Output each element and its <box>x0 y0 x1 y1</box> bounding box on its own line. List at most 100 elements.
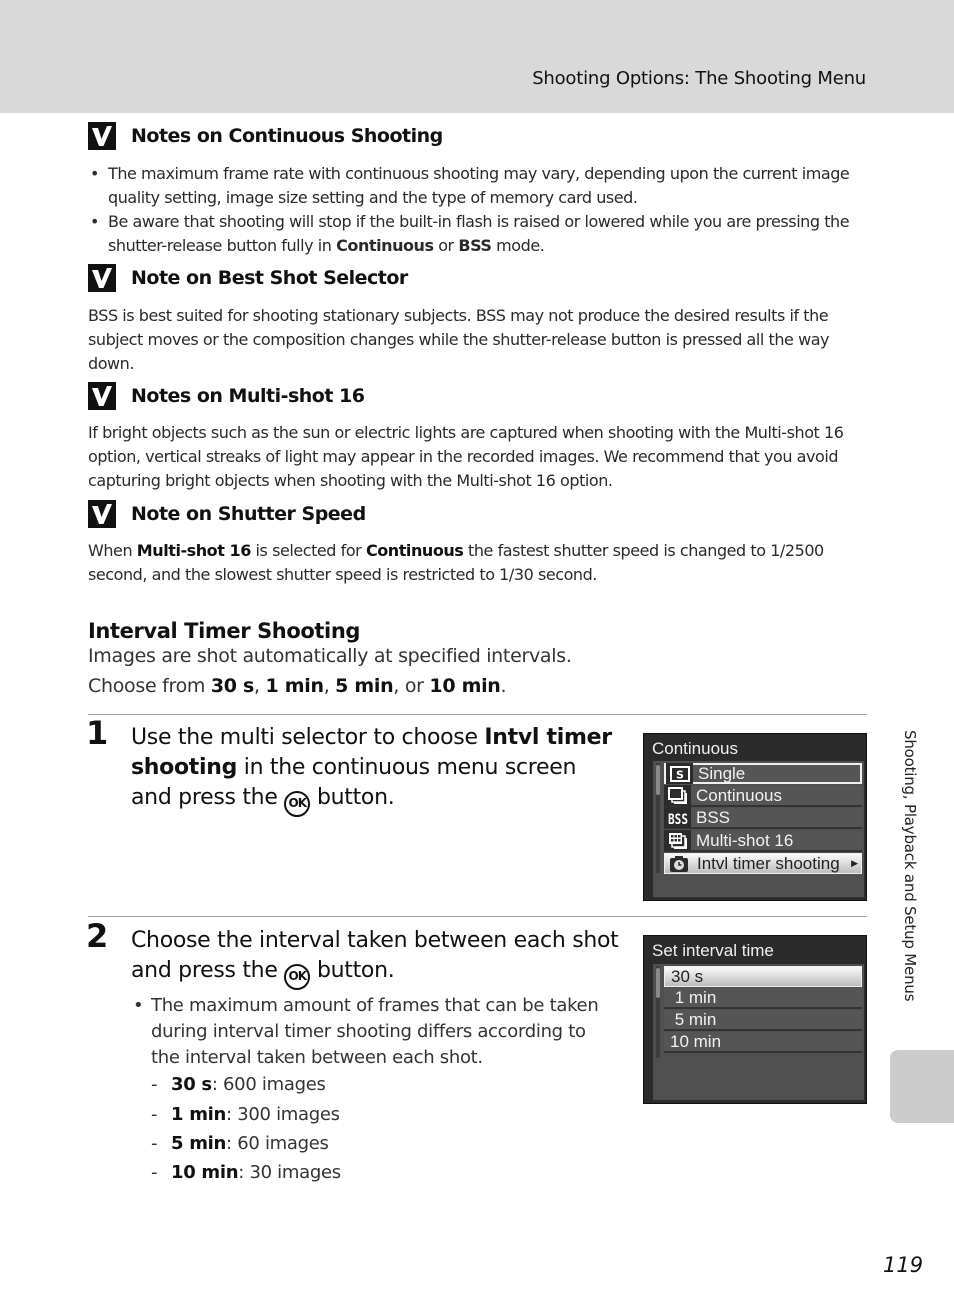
svg-text:BSS: BSS <box>668 812 688 827</box>
bullet-text: or <box>433 236 459 255</box>
running-header-title: Shooting Options: The Shooting Menu <box>532 68 866 89</box>
menu-item-label: BSS <box>696 807 731 827</box>
screen-title: Continuous <box>652 739 739 758</box>
menu-item-intvl-timer-shooting[interactable]: Intvl timer shooting ▶ <box>664 853 862 874</box>
menu-item-multi-shot-16[interactable]: Multi-shot 16 <box>664 830 862 852</box>
ok-button-icon: OK <box>284 791 311 817</box>
check-icon <box>88 500 116 528</box>
interval-term: 1 min <box>171 1104 227 1125</box>
bullet-text: mode. <box>491 236 545 255</box>
menu-item-bss[interactable]: BSS BSS <box>664 807 862 829</box>
note-bullet: • The maximum frame rate with continuous… <box>88 162 868 210</box>
note-paragraph: If bright objects such as the sun or ele… <box>88 423 844 490</box>
bss-icon: BSS <box>664 807 691 828</box>
step-divider <box>88 714 867 715</box>
menu-item-continuous[interactable]: Continuous <box>664 785 862 807</box>
frame-count: : 30 images <box>238 1162 341 1183</box>
interval-term: 30 s <box>171 1074 212 1095</box>
bullet-text: The maximum amount of frames that can be… <box>151 995 599 1068</box>
screen-title: Set interval time <box>652 941 774 960</box>
dash-marker: - <box>151 1104 158 1125</box>
option-label: 30 s <box>671 966 704 986</box>
step-text: Use the multi selector to choose <box>131 725 485 750</box>
dash-marker: - <box>151 1133 158 1154</box>
interval-term: 5 min <box>171 1133 227 1154</box>
option-label: 1 min <box>670 987 717 1007</box>
scroll-thumb[interactable] <box>656 968 660 998</box>
section-text: Choose from <box>88 675 211 697</box>
note-continuous-shooting-heading: Notes on Continuous Shooting <box>88 122 443 150</box>
bold-term: Continuous <box>365 541 464 560</box>
separator: . <box>500 675 507 697</box>
check-icon <box>88 264 116 292</box>
bullet-dot: • <box>90 212 99 231</box>
bullet-dot: • <box>133 995 144 1016</box>
frame-count: : 300 images <box>226 1104 340 1125</box>
section-title: Interval Timer Shooting <box>88 619 361 643</box>
note-title: Notes on Continuous Shooting <box>131 125 443 147</box>
step-instruction: Use the multi selector to choose Intvl t… <box>131 723 621 817</box>
separator: , <box>254 675 266 697</box>
section-options-line: Choose from 30 s, 1 min, 5 min, or 10 mi… <box>88 675 507 697</box>
note-multishot-heading: Notes on Multi-shot 16 <box>88 382 365 410</box>
camera-screen-set-interval: Set interval time 30 s 1 min 5 min 10 mi… <box>643 935 867 1104</box>
option-label: 10 min <box>670 1031 722 1051</box>
menu-item-label: Intvl timer shooting <box>697 853 840 873</box>
note-paragraph: BSS is best suited for shooting stationa… <box>88 306 830 373</box>
step-instruction: Choose the interval taken between each s… <box>131 926 621 990</box>
screen-body: 30 s 1 min 5 min 10 min <box>653 964 864 1100</box>
continuous-icon <box>664 785 691 806</box>
frame-limit-item: -30 s: 600 images <box>151 1074 326 1095</box>
dash-marker: - <box>151 1162 158 1183</box>
camera-screen-continuous: Continuous S Single Continuous BSS BSS M… <box>643 733 867 901</box>
note-shutter-speed-heading: Note on Shutter Speed <box>88 500 366 528</box>
svg-text:S: S <box>676 768 684 781</box>
interval-option-30s[interactable]: 30 s <box>664 966 862 987</box>
bold-term: Continuous <box>336 236 434 255</box>
frame-count: : 600 images <box>211 1074 326 1095</box>
page-number: 119 <box>883 1253 924 1277</box>
separator: , <box>323 675 336 697</box>
dash-marker: - <box>151 1074 158 1095</box>
step-number: 1 <box>86 714 108 752</box>
note-title: Note on Shutter Speed <box>131 503 366 525</box>
note-title: Note on Best Shot Selector <box>131 267 408 289</box>
menu-item-single[interactable]: S Single <box>664 763 862 784</box>
frame-limit-item: -5 min: 60 images <box>151 1133 329 1154</box>
interval-option-10min[interactable]: 10 min <box>664 1032 862 1053</box>
frame-limit-item: -10 min: 30 images <box>151 1162 341 1183</box>
screen-body: S Single Continuous BSS BSS Multi-shot 1… <box>653 761 864 897</box>
interval-option-1min[interactable]: 1 min <box>664 988 862 1009</box>
step-bullet: • The maximum amount of frames that can … <box>133 993 613 1071</box>
option-term: 10 min <box>429 675 501 697</box>
step-text: button. <box>310 785 395 810</box>
interval-timer-icon <box>665 853 692 874</box>
option-term: 1 min <box>265 675 324 697</box>
step-text: button. <box>310 958 395 983</box>
option-term: 5 min <box>335 675 394 697</box>
option-term: 30 s <box>210 675 255 697</box>
header-band: Shooting Options: The Shooting Menu <box>0 0 954 113</box>
separator: , or <box>393 675 430 697</box>
menu-item-label: Single <box>698 763 746 783</box>
chapter-side-tab[interactable] <box>890 1050 954 1123</box>
note-bullet: • Be aware that shooting will stop if th… <box>88 210 868 258</box>
submenu-arrow-icon: ▶ <box>851 858 858 868</box>
step-number: 2 <box>86 917 108 955</box>
bold-term: BSS <box>458 236 492 255</box>
menu-item-label: Multi-shot 16 <box>696 830 794 850</box>
check-icon <box>88 122 116 150</box>
step-divider <box>88 916 867 917</box>
bullet-text: The maximum frame rate with continuous s… <box>108 164 850 207</box>
note-bss-heading: Note on Best Shot Selector <box>88 264 408 292</box>
ok-button-icon: OK <box>284 964 311 990</box>
bullet-dot: • <box>90 164 99 183</box>
chapter-side-tab-label: Shooting, Playback and Setup Menus <box>901 730 919 1002</box>
menu-item-label: Continuous <box>696 785 783 805</box>
interval-term: 10 min <box>171 1162 239 1183</box>
option-label: 5 min <box>670 1009 717 1029</box>
para-text: When <box>88 541 137 560</box>
scroll-thumb[interactable] <box>656 765 660 795</box>
check-icon <box>88 382 116 410</box>
interval-option-5min[interactable]: 5 min <box>664 1010 862 1031</box>
